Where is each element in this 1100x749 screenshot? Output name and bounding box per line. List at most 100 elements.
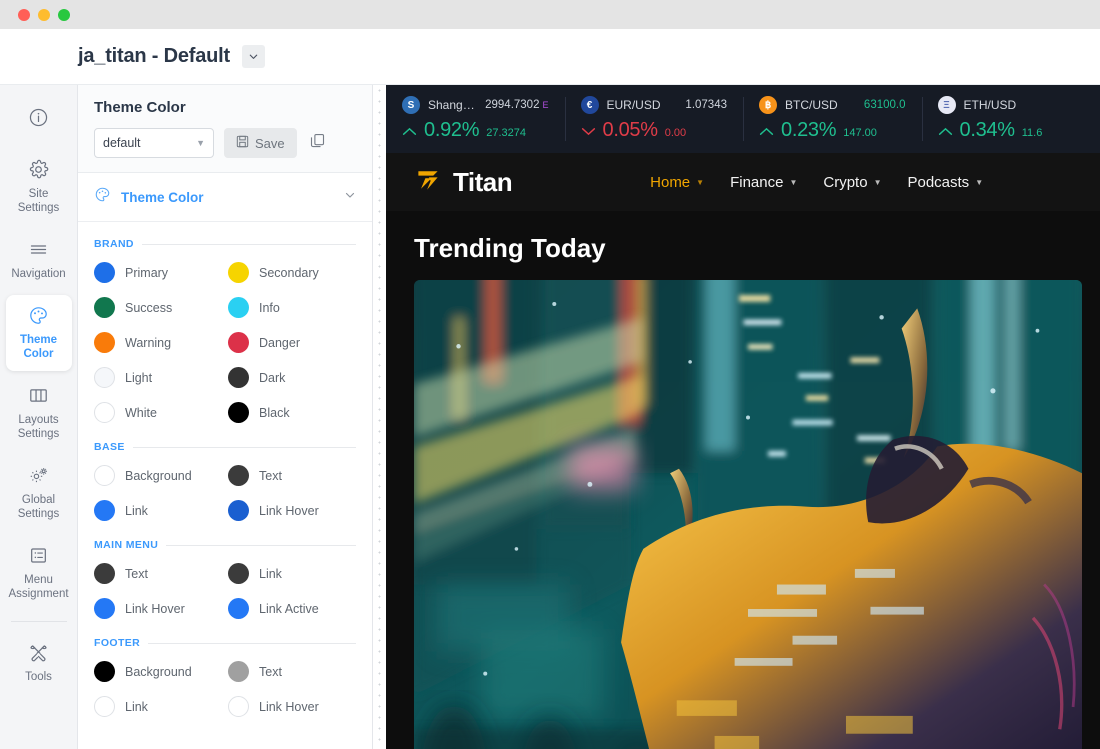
color-swatch-row[interactable]: Link [94,500,222,521]
site-menu-item-label: Finance [730,173,784,191]
site-menu-item-label: Podcasts [907,173,970,191]
site-menu-item[interactable]: Podcasts ▼ [907,174,983,191]
color-swatch[interactable] [228,661,249,682]
color-swatch-row[interactable]: Success [94,297,222,318]
color-groups-scroll[interactable]: BRAND Primary Secondary Success Info Warning D… [78,222,372,749]
left-rail: Site Settings Navigation Theme Color Layou… [0,85,78,749]
ticker-item[interactable]: ฿ BTC/USD 63100.0 0.23% 147.00 [743,85,922,153]
color-swatch-label: Text [125,566,148,581]
app-window: ja_titan - Default Site Settings Navigat… [0,0,1100,749]
color-swatch-row[interactable]: Link [228,563,356,584]
color-swatch[interactable] [228,598,249,619]
color-swatch-row[interactable]: Danger [228,332,356,353]
color-swatch[interactable] [94,661,115,682]
color-group-title: BASE [94,441,125,453]
ticker-price: 1.07343 [685,99,727,111]
ticker-item-change: 0.05% 0.00 [581,119,728,142]
gear-icon [28,159,49,181]
sidebar-item-menu-assignment[interactable]: Menu Assignment [6,535,72,611]
theme-color-accordion-header[interactable]: Theme Color [78,173,372,222]
sidebar-item-label: Theme Color [19,334,58,360]
preset-select[interactable]: default ▼ [94,128,214,158]
ticker-item[interactable]: Ξ ETH/USD 0.34% 11.6 [921,85,1100,153]
color-swatch[interactable] [94,332,115,353]
color-swatch-row[interactable]: Link Hover [94,598,222,619]
color-swatch-row[interactable]: Background [94,661,222,682]
color-swatch-row[interactable]: Link Active [228,598,356,619]
color-swatch-row[interactable]: Link [94,696,222,717]
sidebar-item-tools[interactable]: Tools [6,632,72,694]
color-swatch-row[interactable]: Dark [228,367,356,388]
color-swatch[interactable] [94,402,115,423]
sidebar-item-layouts-settings[interactable]: Layouts Settings [6,375,72,451]
color-swatch-row[interactable]: Info [228,297,356,318]
sidebar-item-global-settings[interactable]: Global Settings [6,455,72,531]
duplicate-preset-button[interactable] [307,130,329,156]
color-group-title: MAIN MENU [94,539,159,551]
color-swatch[interactable] [94,465,115,486]
color-group: BRAND Primary Secondary Success Info Warning D… [94,238,356,423]
site-preview[interactable]: S Shanghai C... 2994.7302E 0.92% 27.3274 € EUR… [386,85,1100,749]
color-swatch[interactable] [228,500,249,521]
color-swatch-row[interactable]: Light [94,367,222,388]
hero-illustration [414,280,1082,749]
panel-resize-handle[interactable] [373,85,386,749]
color-swatch-row[interactable]: Primary [94,262,222,283]
ticker-price-wrap: 1.07343 [685,99,727,111]
hero-image[interactable] [414,280,1082,749]
window-maximize-button[interactable] [58,8,70,21]
site-menu-item[interactable]: Home ▼ [650,174,704,191]
color-swatch[interactable] [228,402,249,423]
color-swatch-row[interactable]: Link Hover [228,696,356,717]
color-swatch-row[interactable]: Secondary [228,262,356,283]
sidebar-item-theme-color[interactable]: Theme Color [5,295,72,371]
ticker-item[interactable]: € EUR/USD 1.07343 0.05% 0.00 [564,85,744,153]
bitcoin-icon: ฿ [759,96,777,114]
site-menu-item[interactable]: Finance ▼ [730,174,797,191]
color-group: FOOTER Background Text Link Link Hover [94,637,356,717]
window-minimize-button[interactable] [38,8,50,21]
window-close-button[interactable] [18,8,30,21]
color-swatch[interactable] [228,332,249,353]
color-swatch[interactable] [228,262,249,283]
ticker-item-header: € EUR/USD 1.07343 [580,96,727,114]
color-swatch-row[interactable]: White [94,402,222,423]
color-swatch[interactable] [228,465,249,486]
color-swatch[interactable] [94,696,115,717]
sidebar-item-site-settings[interactable]: Site Settings [6,149,72,225]
ticker-symbol: BTC/USD [785,98,838,112]
arrow-up-icon [759,124,774,139]
site-menu-item-label: Crypto [823,173,868,191]
color-swatch-row[interactable]: Warning [94,332,222,353]
color-swatch-row[interactable]: Text [228,661,356,682]
color-swatch-row[interactable]: Black [228,402,356,423]
save-button[interactable]: Save [224,128,297,158]
sidebar-item-navigation[interactable]: Navigation [6,229,72,291]
color-swatch-row[interactable]: Link Hover [228,500,356,521]
ethereum-icon: Ξ [937,96,956,114]
ticker-item[interactable]: S Shanghai C... 2994.7302E 0.92% 27.3274 [386,85,565,153]
color-swatch-row[interactable]: Text [228,465,356,486]
color-swatch[interactable] [94,297,115,318]
ticker-symbol: Shanghai C... [428,98,478,112]
color-swatch[interactable] [228,297,249,318]
color-swatch-row[interactable]: Background [94,465,222,486]
color-swatch[interactable] [228,563,249,584]
color-swatch[interactable] [228,367,249,388]
color-swatch[interactable] [94,563,115,584]
sidebar-item-overview[interactable] [6,97,72,145]
color-swatch[interactable] [94,500,115,521]
color-swatch-row[interactable]: Text [94,563,222,584]
swatch-grid: Background Text Link Link Hover [94,661,356,717]
divider [132,446,356,448]
site-brand[interactable]: Titan [414,166,513,199]
color-swatch[interactable] [228,696,249,717]
color-swatch[interactable] [94,598,115,619]
template-switcher-button[interactable] [241,45,265,68]
list-card-icon [28,545,49,567]
info-circle-icon [28,107,49,129]
site-menu-item[interactable]: Crypto ▼ [823,174,881,191]
copy-icon [310,133,325,153]
color-swatch[interactable] [94,262,115,283]
color-swatch[interactable] [94,367,115,388]
